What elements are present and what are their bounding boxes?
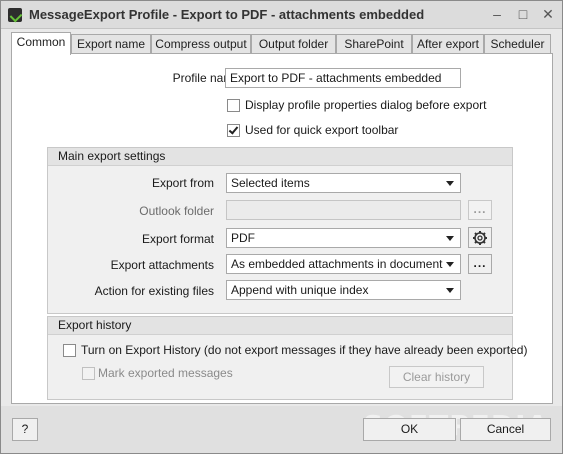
quick-toolbar-checkbox[interactable] — [227, 124, 240, 137]
clear-history-button[interactable]: Clear history — [389, 366, 484, 388]
export-from-label: Export from — [151, 176, 214, 190]
quick-toolbar-label: Used for quick export toolbar — [245, 123, 399, 137]
profile-dialog: MessageExport Profile - Export to PDF - … — [0, 0, 563, 454]
mark-exported-checkbox[interactable] — [82, 367, 95, 380]
export-attachments-value: As embedded attachments in document — [231, 257, 443, 271]
display-props-label: Display profile properties dialog before… — [245, 98, 487, 112]
ok-button[interactable]: OK — [363, 418, 456, 441]
checkmark-icon — [228, 124, 239, 135]
tab-compress-output[interactable]: Compress output — [151, 34, 251, 54]
export-format-select[interactable]: PDF — [226, 228, 461, 248]
export-history-group: Export history Turn on Export History (d… — [47, 316, 527, 400]
gear-icon — [473, 231, 487, 245]
tab-scheduler[interactable]: Scheduler — [484, 34, 551, 54]
help-button[interactable]: ? — [12, 418, 38, 441]
export-format-label: Export format — [141, 232, 214, 246]
export-from-select[interactable]: Selected items — [226, 173, 461, 193]
chevron-down-icon — [446, 236, 454, 241]
chevron-down-icon — [446, 262, 454, 267]
cancel-button[interactable]: Cancel — [460, 418, 551, 441]
window-title: MessageExport Profile - Export to PDF - … — [29, 7, 425, 22]
tab-common[interactable]: Common — [11, 32, 71, 55]
tab-output-folder[interactable]: Output folder — [251, 34, 336, 54]
outlook-folder-label: Outlook folder — [139, 204, 214, 218]
tab-after-export[interactable]: After export — [412, 34, 484, 54]
title-bar: MessageExport Profile - Export to PDF - … — [1, 1, 562, 29]
attachments-options-button[interactable]: ... — [468, 254, 492, 274]
chevron-down-icon — [446, 288, 454, 293]
existing-files-label: Action for existing files — [94, 284, 214, 298]
export-from-value: Selected items — [231, 176, 310, 190]
close-button[interactable]: ✕ — [538, 5, 558, 23]
tab-export-name[interactable]: Export name — [71, 34, 151, 54]
export-format-value: PDF — [231, 231, 255, 245]
main-export-settings-group: Main export settings Export from Selecte… — [47, 147, 513, 314]
tab-content-common: Profile name Export to PDF - attachments… — [11, 53, 553, 404]
outlook-folder-input[interactable] — [226, 200, 461, 220]
main-export-settings-header: Main export settings — [48, 148, 512, 166]
export-history-header: Export history — [48, 317, 512, 335]
export-attachments-select[interactable]: As embedded attachments in document — [226, 254, 461, 274]
tab-sharepoint[interactable]: SharePoint — [336, 34, 412, 54]
export-attachments-label: Export attachments — [110, 258, 214, 272]
format-settings-button[interactable] — [468, 227, 492, 248]
minimize-button[interactable]: – — [487, 5, 507, 23]
profile-name-input[interactable]: Export to PDF - attachments embedded — [225, 68, 461, 88]
mark-exported-label: Mark exported messages — [98, 366, 233, 380]
turn-on-history-label: Turn on Export History (do not export me… — [81, 343, 528, 357]
existing-files-value: Append with unique index — [231, 283, 369, 297]
display-props-checkbox[interactable] — [227, 99, 240, 112]
existing-files-select[interactable]: Append with unique index — [226, 280, 461, 300]
outlook-folder-browse-button[interactable]: ... — [468, 200, 492, 220]
chevron-down-icon — [446, 181, 454, 186]
restore-button[interactable]: □ — [513, 5, 533, 23]
turn-on-history-checkbox[interactable] — [63, 344, 76, 357]
app-icon — [8, 8, 22, 22]
